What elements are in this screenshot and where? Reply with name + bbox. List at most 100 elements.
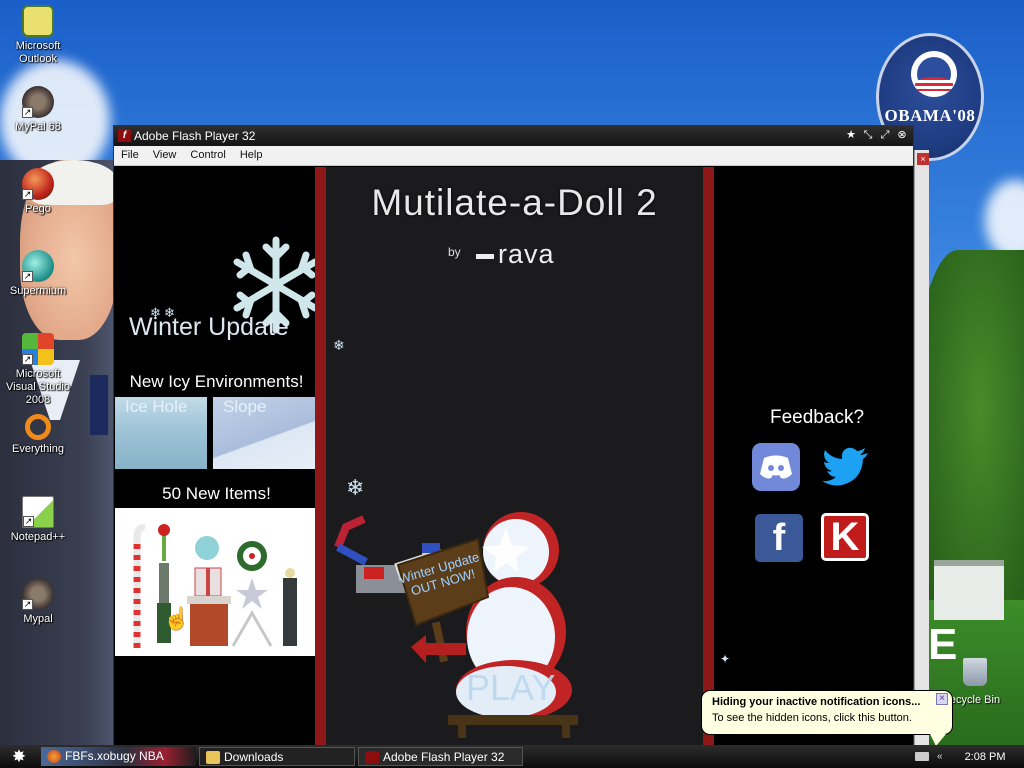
kongregate-button[interactable]: K [821, 513, 869, 561]
candle-arch-icon [231, 609, 273, 647]
star-icon[interactable]: ★ [844, 128, 858, 142]
desktop-icon-label: Everything [12, 443, 64, 455]
snowman-doll-scene [334, 512, 578, 738]
flash-content[interactable]: Winter Update New Icy Environments! Ice … [114, 167, 913, 745]
minimize-button[interactable]: ⤡ [861, 128, 875, 142]
environment-label: Slope [223, 397, 267, 416]
feedback-label: Feedback? [770, 407, 865, 428]
folder-icon [206, 751, 220, 764]
system-tray: « 2:08 PM [909, 745, 1024, 768]
candy-cane-icon [133, 524, 146, 648]
shortcut-arrow-icon: ↗ [22, 599, 33, 610]
browser-icon [47, 750, 61, 763]
notification-body: To see the hidden icons, click this butt… [712, 712, 912, 724]
play-button[interactable]: PLAY [466, 667, 555, 709]
shortcut-arrow-icon: ↗ [22, 107, 33, 118]
taskbar-item-browser[interactable]: FBFs.xobugy NBA [41, 747, 196, 766]
desktop-icon-visual-studio[interactable]: ↗ Microsoft Visual Studio 2008 [0, 333, 76, 407]
desktop-icon-mypal-68[interactable]: ↗ MyPal 68 [0, 86, 76, 134]
left-divider [315, 167, 326, 745]
desktop-icon-pego[interactable]: ↗ Pego [0, 168, 76, 216]
taskbar-item-label: Adobe Flash Player 32 [383, 750, 505, 764]
environment-ice-hole[interactable]: Ice Hole [115, 397, 207, 469]
desktop-icon-label: Supermium [9, 285, 67, 297]
close-icon[interactable]: × [917, 153, 929, 165]
feedback-panel: Feedback? f K [714, 167, 913, 745]
taskbar: ✸ FBFs.xobugy NBA Downloads Adobe Flash … [0, 745, 1024, 768]
notepad-plus-plus-icon: ↗ [22, 496, 54, 528]
cursor-hand-icon: ☝ [163, 606, 191, 631]
desktop-icon-supermium[interactable]: ↗ Supermium [0, 250, 76, 298]
update-panel: Winter Update New Icy Environments! Ice … [114, 167, 319, 745]
taskbar-item-flash-player[interactable]: Adobe Flash Player 32 [358, 747, 523, 766]
desktop-icon-everything[interactable]: Everything [0, 414, 76, 456]
outlook-icon [22, 5, 54, 37]
shortcut-arrow-icon: ↗ [23, 516, 34, 527]
desktop-icon-label: MyPal 68 [15, 121, 61, 133]
supermium-icon: ↗ [22, 250, 54, 282]
chimney-icon [187, 596, 231, 646]
pego-icon: ↗ [22, 168, 54, 200]
close-button[interactable]: ⊗ [895, 128, 909, 142]
menu-control[interactable]: Control [183, 146, 232, 165]
desktop-icon-mypal[interactable]: ↗ Mypal [0, 578, 76, 626]
start-button[interactable]: ✸ [0, 745, 38, 768]
shortcut-arrow-icon: ↗ [22, 189, 33, 200]
visual-studio-icon: ↗ [22, 333, 54, 365]
window-title: Adobe Flash Player 32 [134, 129, 256, 143]
platform [448, 715, 578, 738]
discord-icon [760, 455, 792, 479]
campaign-badge-text: OBAMA'08 [884, 106, 976, 125]
new-items-preview: ☝ [115, 508, 318, 656]
menu-bar: File View Control Help [114, 146, 913, 166]
snowflake-icon: ❄ [150, 305, 161, 320]
everything-icon [25, 414, 51, 440]
mistletoe-icon [158, 524, 170, 561]
notification-close-button[interactable]: × [936, 693, 948, 705]
facebook-button[interactable]: f [755, 514, 803, 562]
taskbar-item-label: FBFs.xobugy NBA [65, 749, 164, 763]
new-items-label: 50 New Items! [162, 484, 271, 503]
menu-file[interactable]: File [114, 146, 146, 165]
menu-view[interactable]: View [146, 146, 184, 165]
kongregate-icon: K [830, 514, 860, 559]
menu-help[interactable]: Help [233, 146, 270, 165]
icy-environments-label: New Icy Environments! [129, 372, 304, 391]
portrait-tie [90, 375, 108, 435]
desktop-cloud [985, 180, 1024, 260]
desktop-icon-label: Pego [25, 203, 51, 215]
wreath-icon [237, 541, 267, 571]
flash-player-window: f Adobe Flash Player 32 ★ ⤡ ⤢ ⊗ File Vie… [113, 125, 914, 746]
twitter-icon [822, 447, 868, 486]
environment-slope[interactable]: Slope [213, 397, 318, 469]
notification-balloon[interactable]: Hiding your inactive notification icons.… [701, 690, 953, 746]
recycle-bin-icon [963, 658, 987, 686]
clock[interactable]: 2:08 PM [965, 751, 1006, 763]
keyboard-icon[interactable] [915, 752, 929, 761]
window-titlebar[interactable]: f Adobe Flash Player 32 ★ ⤡ ⤢ ⊗ [114, 126, 913, 146]
discord-button[interactable] [752, 443, 800, 491]
window-controls: ★ ⤡ ⤢ ⊗ [844, 128, 909, 142]
notification-title: Hiding your inactive notification icons.… [712, 696, 921, 708]
title-screen: Mutilate-a-Doll 2 by rava Winter Update … [326, 167, 730, 745]
maximize-button[interactable]: ⤢ [878, 128, 892, 142]
desktop-icon-outlook[interactable]: Microsoft Outlook [0, 5, 76, 66]
snowflake-icon: ❄ [333, 337, 345, 353]
desktop-icon-notepad-plus-plus[interactable]: ↗ Notepad++ [0, 496, 76, 544]
background-window-edge[interactable]: × [914, 150, 929, 745]
desktop-icon-label: ecycle Bin [949, 694, 1001, 706]
taskbar-item-downloads[interactable]: Downloads [199, 747, 355, 766]
desktop-icon-label: Notepad++ [10, 531, 66, 543]
snowflake-ornament-icon [195, 536, 219, 560]
snowflake-icon: ❄ [164, 305, 175, 320]
show-hidden-icons-button[interactable]: « [937, 751, 943, 762]
desktop-icon-label: Microsoft Visual Studio 2008 [5, 368, 70, 406]
flash-icon [365, 751, 379, 764]
raccoon-icon: ↗ [22, 578, 54, 610]
campaign-logo-icon [911, 51, 957, 97]
shortcut-arrow-icon: ↗ [22, 271, 33, 282]
snowflake-icon: ❄ [346, 475, 365, 500]
twitter-button[interactable] [822, 443, 870, 491]
shortcut-arrow-icon: ↗ [22, 354, 33, 365]
star-icon: ✸ [11, 746, 27, 766]
